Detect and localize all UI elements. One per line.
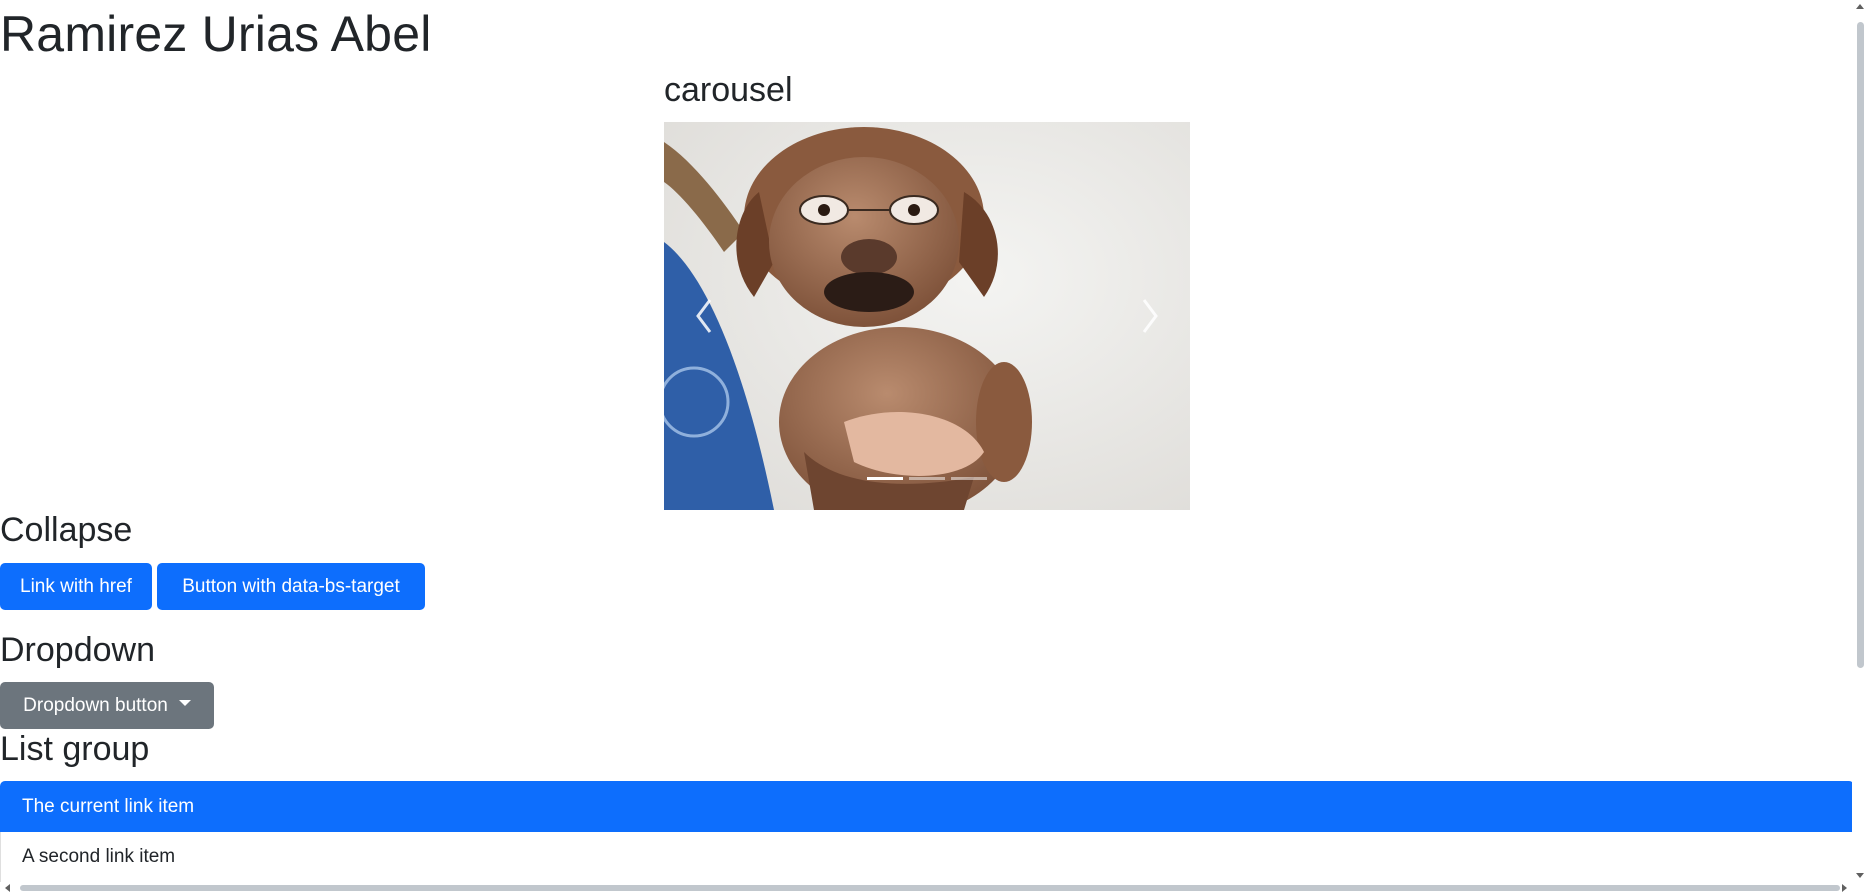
scroll-left-arrow-icon[interactable] (5, 884, 10, 892)
caret-down-icon (178, 699, 191, 706)
list-item-current[interactable]: The current link item (0, 781, 1852, 832)
dropdown-button-label: Dropdown button (23, 694, 168, 716)
carousel-next-button[interactable] (1110, 122, 1190, 510)
page-title: Ramirez Urias Abel (0, 6, 432, 62)
collapse-link-button[interactable]: Link with href (0, 563, 152, 610)
scroll-down-arrow-icon[interactable] (1856, 873, 1864, 878)
image-carousel[interactable] (664, 122, 1190, 510)
chevron-left-icon (696, 299, 712, 333)
list-group-heading: List group (0, 730, 150, 768)
scroll-right-arrow-icon[interactable] (1842, 884, 1847, 892)
scroll-up-arrow-icon[interactable] (1856, 4, 1864, 9)
carousel-indicator[interactable] (909, 477, 945, 480)
carousel-heading: carousel (664, 71, 793, 109)
list-item-label: The current link item (22, 795, 195, 817)
horizontal-scrollbar[interactable] (0, 882, 1869, 894)
chevron-right-icon (1142, 299, 1158, 333)
vertical-scrollbar[interactable] (1852, 0, 1869, 882)
vertical-scrollbar-thumb[interactable] (1857, 22, 1864, 668)
collapse-heading: Collapse (0, 511, 133, 549)
dropdown-heading: Dropdown (0, 631, 155, 669)
horizontal-scrollbar-thumb[interactable] (20, 885, 1840, 891)
list-item-label: A second link item (22, 846, 176, 867)
carousel-indicator[interactable] (951, 477, 987, 480)
list-item-second[interactable]: A second link item (0, 832, 1852, 882)
collapse-target-button[interactable]: Button with data-bs-target (157, 563, 425, 610)
carousel-prev-button[interactable] (664, 122, 744, 510)
page: Ramirez Urias Abel carousel Collapse Lin… (0, 0, 1852, 882)
carousel-indicator[interactable] (867, 477, 903, 480)
carousel-indicators (664, 477, 1190, 480)
list-group: The current link item A second link item (0, 781, 1852, 882)
dropdown-button[interactable]: Dropdown button (0, 682, 214, 729)
